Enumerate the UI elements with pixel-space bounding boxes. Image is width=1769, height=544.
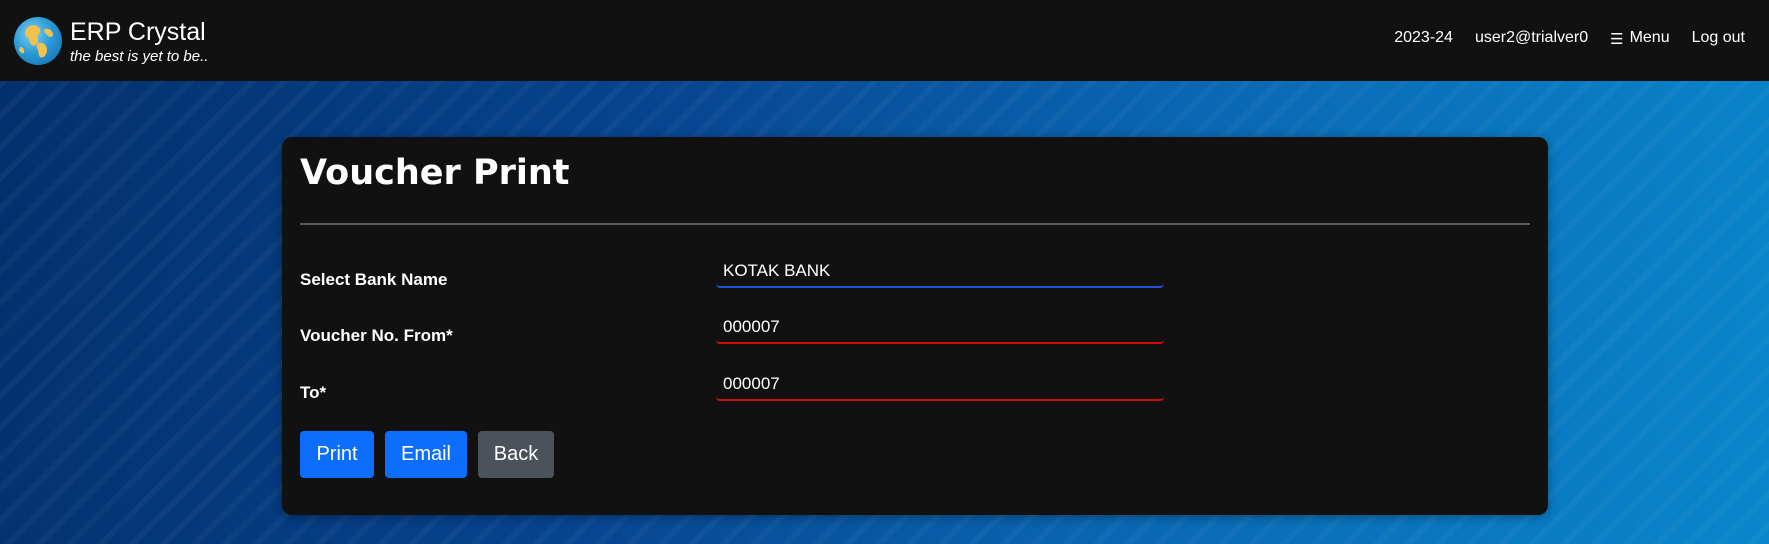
title-divider — [300, 223, 1530, 225]
page-title: Voucher Print — [300, 153, 570, 193]
financial-year: 2023-24 — [1394, 29, 1453, 46]
menu-toggle[interactable]: ☰ Menu — [1610, 29, 1670, 48]
back-button[interactable]: Back — [478, 431, 554, 478]
bank-name-label: Select Bank Name — [300, 270, 448, 289]
voucher-from-label: Voucher No. From* — [300, 326, 453, 345]
voucher-print-card: Voucher Print Select Bank Name Voucher N… — [282, 137, 1548, 515]
menu-label: Menu — [1629, 29, 1670, 46]
voucher-to-label: To* — [300, 383, 327, 402]
hamburger-icon: ☰ — [1610, 31, 1624, 48]
voucher-to-input[interactable] — [716, 369, 1164, 401]
app-tagline: the best is yet to be.. — [70, 48, 209, 65]
globe-logo-icon[interactable] — [14, 17, 62, 65]
logout-link[interactable]: Log out — [1692, 29, 1745, 47]
user-name: user2@trialver0 — [1474, 29, 1589, 46]
print-button[interactable]: Print — [300, 431, 374, 478]
app-title: ERP Crystal — [70, 18, 206, 46]
email-button[interactable]: Email — [385, 431, 467, 478]
voucher-from-input[interactable] — [716, 312, 1164, 344]
navbar-right: 2023-24 user2@trialver0 ☰ Menu Log out — [1372, 26, 1745, 50]
bank-name-select[interactable] — [716, 256, 1164, 288]
top-navbar: ERP Crystal the best is yet to be.. 2023… — [0, 0, 1769, 81]
